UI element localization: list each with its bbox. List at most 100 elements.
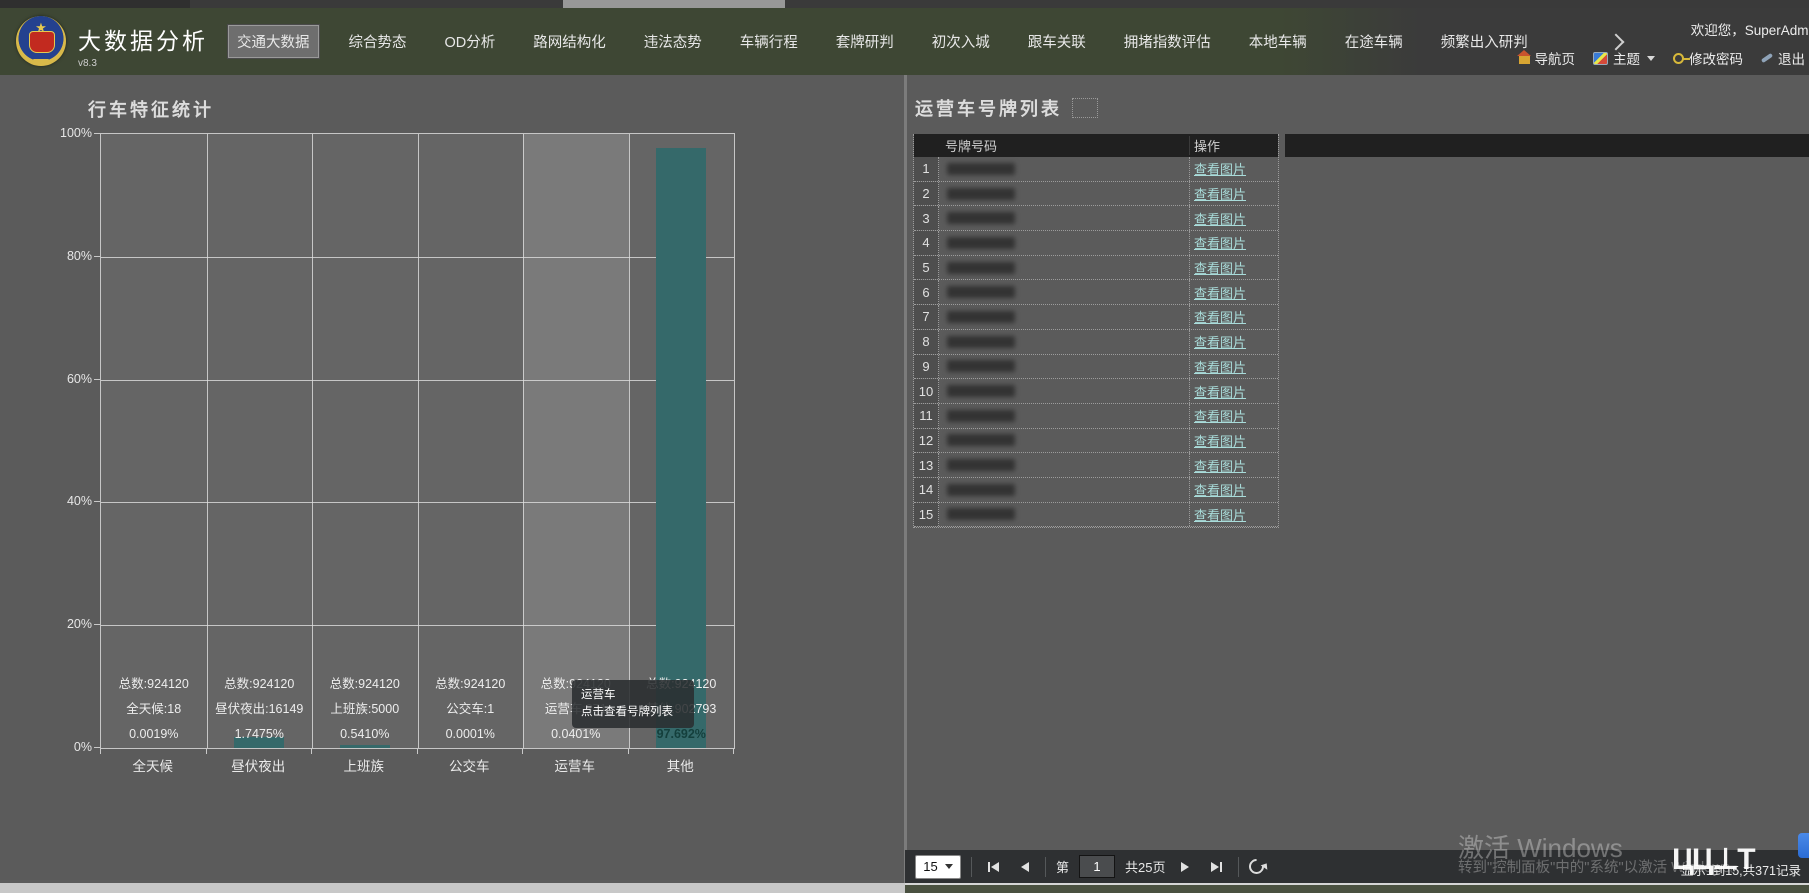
nav-item-4[interactable]: 路网结构化 — [525, 26, 614, 57]
plate-cell — [939, 478, 1190, 502]
nav-item-3[interactable]: OD分析 — [437, 26, 504, 57]
table-row[interactable]: 14 查看图片 — [914, 478, 1278, 503]
table-row[interactable]: 4 查看图片 — [914, 231, 1278, 256]
bar-label-stack: 总数:924120公交车:10.0001% — [418, 668, 524, 748]
nav-item-2[interactable]: 综合势态 — [341, 26, 415, 57]
bar-label: 上班族:5000 — [312, 701, 418, 717]
next-page-button[interactable] — [1175, 862, 1195, 872]
nav-item-9[interactable]: 跟车关联 — [1020, 26, 1094, 57]
table-row[interactable]: 12 查看图片 — [914, 429, 1278, 454]
tooltip-hint: 点击查看号牌列表 — [581, 704, 685, 721]
nav-item-10[interactable]: 拥堵指数评估 — [1116, 26, 1219, 57]
change-password-link[interactable]: 修改密码 — [1673, 48, 1743, 68]
nav-item-11[interactable]: 本地车辆 — [1241, 26, 1315, 57]
nav-item-1[interactable]: 交通大数据 — [228, 25, 319, 58]
table-row[interactable]: 3 查看图片 — [914, 206, 1278, 231]
nav-item-7[interactable]: 套牌研判 — [828, 26, 902, 57]
prev-page-button[interactable] — [1015, 862, 1035, 872]
table-header-row: 号牌号码 操作 — [914, 134, 1278, 157]
last-page-button[interactable] — [1205, 862, 1228, 872]
table-row[interactable]: 8 查看图片 — [914, 330, 1278, 355]
separator — [1045, 857, 1046, 877]
table-row[interactable]: 1 查看图片 — [914, 157, 1278, 182]
prev-page-icon — [1021, 862, 1029, 872]
plate-cell — [939, 182, 1190, 206]
title-block: 大数据分析 v8.3 — [78, 22, 208, 69]
badge-ribbon — [33, 59, 49, 64]
table-row[interactable]: 5 查看图片 — [914, 256, 1278, 281]
plate-cell — [939, 157, 1190, 181]
view-image-link[interactable]: 查看图片 — [1194, 187, 1246, 202]
y-tick-mark — [94, 624, 100, 625]
app-header: ★ 大数据分析 v8.3 交通大数据综合势态 OD分析路网结构化违法态势车辆行程套… — [0, 8, 1809, 75]
table-row[interactable]: 15 查看图片 — [914, 503, 1278, 528]
table-row[interactable]: 10 查看图片 — [914, 379, 1278, 404]
view-image-link[interactable]: 查看图片 — [1194, 360, 1246, 375]
row-index: 6 — [914, 280, 939, 304]
table-row[interactable]: 6 查看图片 — [914, 280, 1278, 305]
category-label-5: 运营车 — [522, 755, 628, 775]
view-image-link[interactable]: 查看图片 — [1194, 162, 1246, 177]
view-image-link[interactable]: 查看图片 — [1194, 286, 1246, 301]
nav-item-12[interactable]: 在途车辆 — [1337, 26, 1411, 57]
focus-outline-box — [1072, 98, 1098, 118]
first-page-icon — [988, 862, 990, 872]
view-image-link[interactable]: 查看图片 — [1194, 212, 1246, 227]
view-image-link[interactable]: 查看图片 — [1194, 335, 1246, 350]
y-axis-label: 60% — [40, 372, 92, 386]
horizontal-scrollbar[interactable] — [0, 883, 905, 893]
nav: 交通大数据综合势态 OD分析路网结构化违法态势车辆行程套牌研判初次入城跟车关联拥堵… — [228, 8, 1622, 75]
table-row[interactable]: 2 查看图片 — [914, 182, 1278, 207]
bar-label: 昼伏夜出:16149 — [207, 701, 313, 717]
next-page-icon — [1181, 862, 1189, 872]
page-size-value: 15 — [923, 859, 937, 874]
bar-label-stack: 总数:924120全天候:180.0019% — [101, 668, 207, 748]
view-image-link[interactable]: 查看图片 — [1194, 434, 1246, 449]
category-label-6: 其他 — [628, 755, 734, 775]
theme-link[interactable]: 主题 — [1593, 48, 1655, 68]
y-tick-mark — [94, 379, 100, 380]
badge-star-icon: ★ — [16, 20, 66, 36]
table-row[interactable]: 7 查看图片 — [914, 305, 1278, 330]
highlighted-column[interactable] — [523, 134, 629, 748]
table-row[interactable]: 9 查看图片 — [914, 355, 1278, 380]
view-image-link[interactable]: 查看图片 — [1194, 236, 1246, 251]
view-image-link[interactable]: 查看图片 — [1194, 483, 1246, 498]
nav-item-8[interactable]: 初次入城 — [924, 26, 998, 57]
view-image-link[interactable]: 查看图片 — [1194, 459, 1246, 474]
quick-links: 导航页 主题 修改密码 退出 — [1519, 48, 1806, 68]
y-axis-label: 100% — [40, 126, 92, 140]
table-row[interactable]: 11 查看图片 — [914, 404, 1278, 429]
view-image-link[interactable]: 查看图片 — [1194, 310, 1246, 325]
nav-page-link[interactable]: 导航页 — [1519, 48, 1576, 68]
nav-item-5[interactable]: 违法态势 — [636, 26, 710, 57]
gridline-vertical — [207, 134, 208, 748]
page-size-select[interactable]: 15 — [915, 855, 961, 879]
view-image-link[interactable]: 查看图片 — [1194, 261, 1246, 276]
logout-link[interactable]: 退出 — [1761, 48, 1805, 68]
edge-blue-icon[interactable] — [1798, 833, 1809, 858]
blurred-plate-number — [947, 237, 1015, 249]
top-edge-dark-segment — [0, 0, 190, 8]
x-tick-mark — [206, 748, 207, 754]
view-image-link[interactable]: 查看图片 — [1194, 409, 1246, 424]
table-row[interactable]: 13 查看图片 — [914, 453, 1278, 478]
refresh-icon[interactable] — [1246, 856, 1267, 877]
y-tick-mark — [94, 501, 100, 502]
action-cell: 查看图片 — [1190, 332, 1278, 351]
view-image-link[interactable]: 查看图片 — [1194, 385, 1246, 400]
bar-label: 0.5410% — [312, 726, 418, 742]
view-image-link[interactable]: 查看图片 — [1194, 508, 1246, 523]
action-cell: 查看图片 — [1190, 505, 1278, 524]
x-tick-mark — [733, 748, 734, 754]
first-page-button[interactable] — [982, 862, 1005, 872]
key-icon — [1673, 53, 1684, 64]
y-axis-label: 40% — [40, 494, 92, 508]
nav-item-6[interactable]: 车辆行程 — [732, 26, 806, 57]
top-edge-light-segment — [563, 0, 785, 8]
page-number-input[interactable] — [1079, 855, 1115, 878]
blurred-plate-number — [947, 410, 1015, 422]
y-axis-label: 0% — [40, 740, 92, 754]
index-column-header — [914, 134, 938, 157]
row-index: 4 — [914, 231, 939, 255]
